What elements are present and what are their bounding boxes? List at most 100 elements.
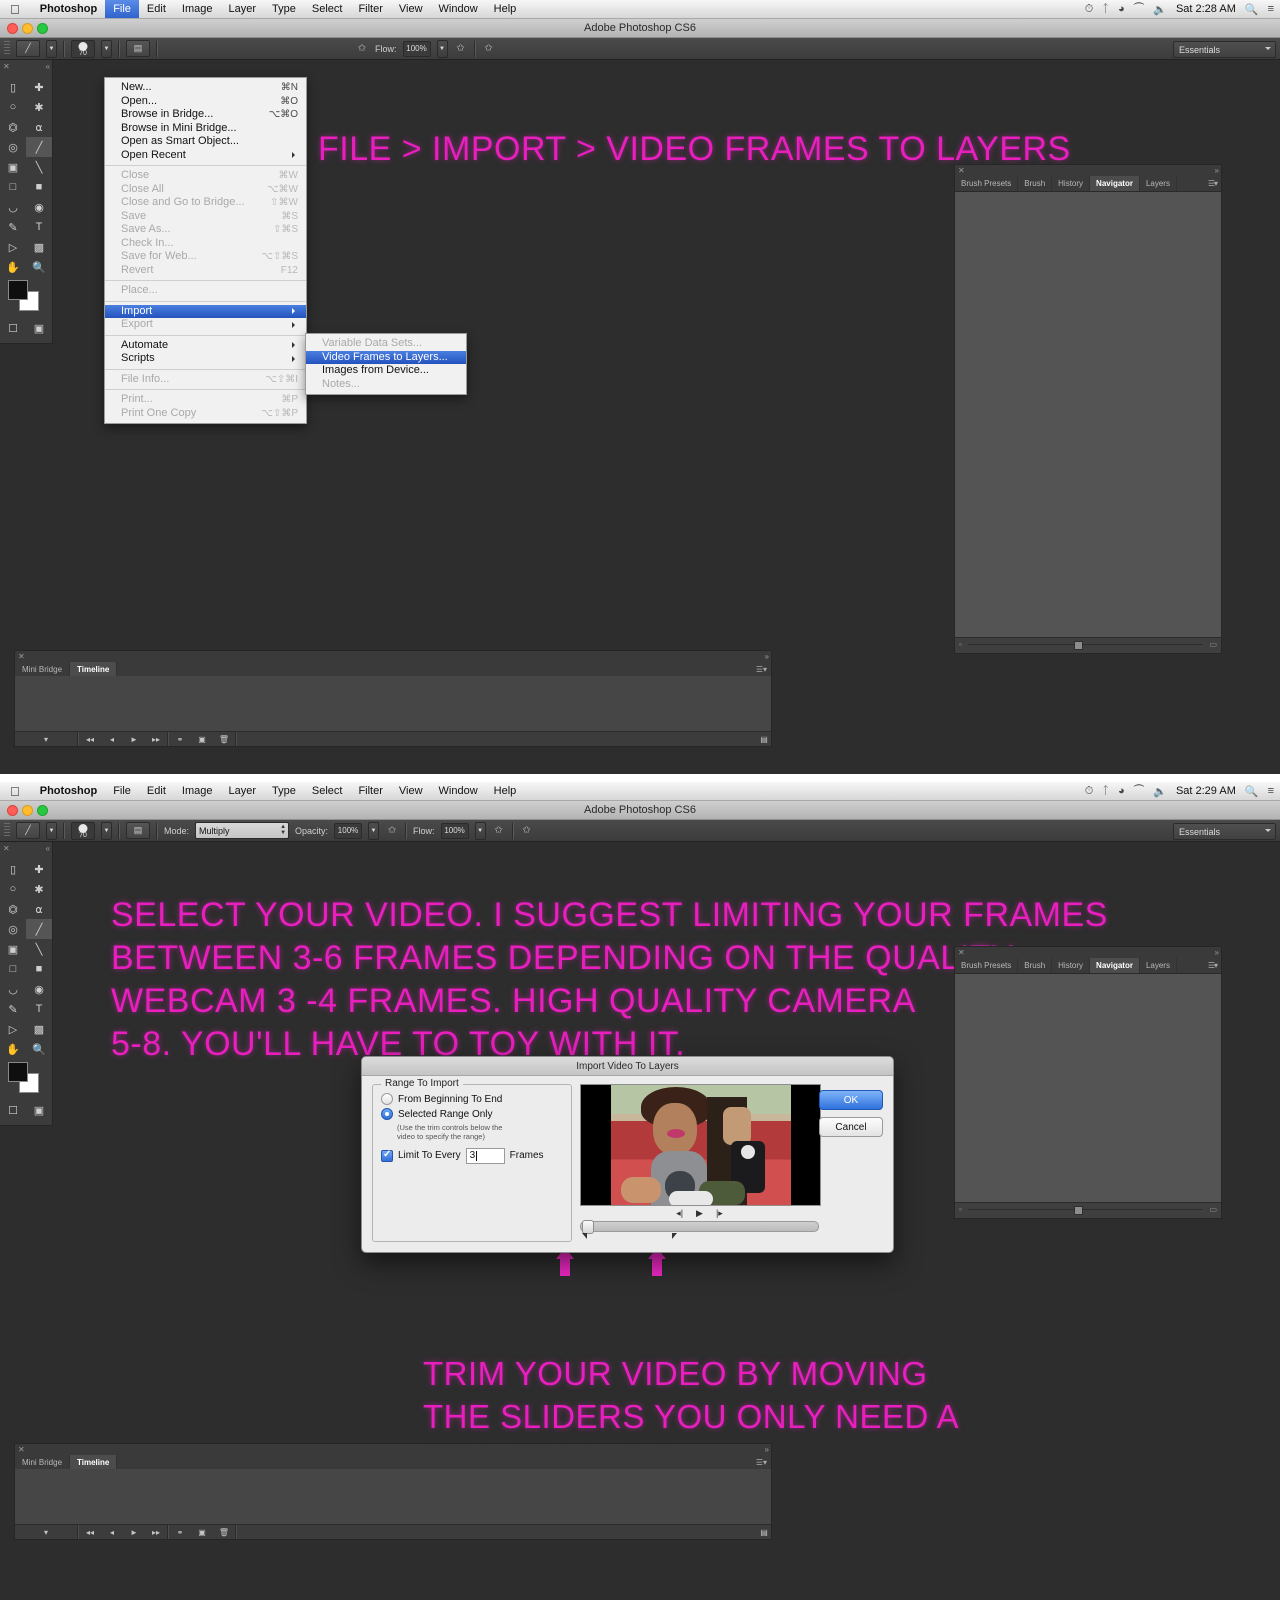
tween-button[interactable]: ⚭: [169, 732, 191, 746]
radio-selected-range-only-row[interactable]: Selected Range Only: [381, 1108, 563, 1120]
video-preview[interactable]: [580, 1084, 821, 1206]
radio-from-beginning-to-end-row[interactable]: From Beginning To End: [381, 1093, 563, 1105]
close-icon[interactable]: ✕: [3, 844, 10, 853]
previous-frame-button[interactable]: ◂: [101, 1525, 123, 1539]
tool-blur[interactable]: ◡: [0, 197, 26, 217]
menu-layer[interactable]: Layer: [220, 782, 264, 800]
menu-file[interactable]: File: [105, 0, 139, 18]
timemachine-icon[interactable]: ⏱: [1085, 3, 1094, 16]
menu-item-browse-in-mini-bridge[interactable]: Browse in Mini Bridge...: [105, 122, 306, 136]
menu-photoshop[interactable]: Photoshop: [32, 0, 105, 18]
limit-to-every-checkbox[interactable]: [381, 1149, 393, 1162]
tool-hand[interactable]: ✋: [0, 257, 26, 277]
wifi-icon[interactable]: ◕: [1118, 3, 1125, 15]
close-window-button[interactable]: [7, 22, 18, 34]
menu-view[interactable]: View: [391, 782, 431, 800]
menu-bar-clock[interactable]: Sat 2:29 AM: [1176, 785, 1236, 797]
flow-value[interactable]: 100%: [440, 822, 469, 839]
brush-panel-toggle-icon[interactable]: ▤: [126, 822, 150, 839]
tool-lasso[interactable]: ○: [0, 879, 26, 899]
tab-timeline[interactable]: Timeline: [70, 1455, 118, 1469]
duplicate-frame-button[interactable]: ▣: [191, 732, 213, 746]
delete-frame-button[interactable]: 🗑: [213, 732, 235, 746]
tool-crop[interactable]: ⏣: [0, 117, 26, 137]
collapse-icon[interactable]: »: [1215, 948, 1220, 957]
collapse-icon[interactable]: «: [46, 62, 51, 71]
frame-delay-selector[interactable]: ▾: [15, 732, 77, 746]
duplicate-frame-button[interactable]: ▣: [191, 1525, 213, 1539]
brush-size-indicator[interactable]: 70: [71, 821, 95, 840]
menu-help[interactable]: Help: [486, 782, 525, 800]
menu-window[interactable]: Window: [431, 782, 486, 800]
search-icon[interactable]: 🔍: [1245, 3, 1259, 16]
tab-brush[interactable]: Brush: [1018, 958, 1053, 973]
opacity-chevron-icon[interactable]: ▼: [368, 821, 380, 840]
volume-icon[interactable]: 🔈: [1153, 785, 1167, 798]
tab-history[interactable]: History: [1052, 958, 1091, 973]
radio-from-beginning-to-end[interactable]: [381, 1093, 393, 1105]
submenu-item-video-frames-to-layers[interactable]: Video Frames to Layers...: [306, 350, 466, 364]
zoom-window-button[interactable]: [37, 22, 48, 34]
menu-window[interactable]: Window: [431, 0, 486, 18]
zoom-in-icon[interactable]: ▭: [1209, 1205, 1217, 1214]
previous-frame-button[interactable]: ◂: [101, 732, 123, 746]
tween-button[interactable]: ⚭: [169, 1525, 191, 1539]
quickmask-toggle-icon[interactable]: ☐: [0, 318, 26, 338]
navigator-preview-area[interactable]: [955, 192, 1221, 637]
tool-eraser[interactable]: □: [0, 177, 26, 197]
panel-menu-icon[interactable]: ☰▾: [1204, 958, 1221, 973]
zoom-slider[interactable]: [967, 1205, 1204, 1215]
zoom-out-icon[interactable]: ▫: [959, 1205, 962, 1214]
close-icon[interactable]: ✕: [958, 166, 965, 175]
brush-size-chevron-icon[interactable]: ▼: [101, 821, 112, 840]
notification-center-icon[interactable]: ≡: [1268, 785, 1274, 797]
airbrush-toggle-icon[interactable]: ✩: [454, 41, 468, 56]
tool-gradient[interactable]: ■: [26, 177, 52, 197]
tool-path-select[interactable]: ▷: [0, 1019, 26, 1039]
tool-clone-stamp[interactable]: ▣: [0, 939, 26, 959]
tool-move[interactable]: ✚: [26, 859, 52, 879]
zoom-slider[interactable]: [967, 640, 1204, 650]
brush-tool-icon[interactable]: ╱: [16, 822, 40, 839]
tool-eyedropper[interactable]: ⍺: [26, 899, 52, 919]
tool-hand[interactable]: ✋: [0, 1039, 26, 1059]
dock-header[interactable]: ✕ »: [955, 165, 1221, 176]
menu-layer[interactable]: Layer: [220, 0, 264, 18]
menu-edit[interactable]: Edit: [139, 0, 174, 18]
brush-size-chevron-icon[interactable]: ▼: [101, 39, 112, 58]
tool-spot-heal[interactable]: ◎: [0, 137, 26, 157]
collapse-icon[interactable]: »: [1215, 166, 1220, 175]
tool-dodge[interactable]: ◉: [26, 197, 52, 217]
minimize-window-button[interactable]: [22, 804, 33, 816]
close-icon[interactable]: ✕: [18, 1445, 25, 1454]
screen-mode-icon[interactable]: ▣: [26, 1100, 52, 1120]
menu-select[interactable]: Select: [304, 0, 351, 18]
tab-brush-presets[interactable]: Brush Presets: [955, 176, 1019, 191]
bluetooth-icon[interactable]: ᛏ: [1102, 785, 1109, 797]
close-icon[interactable]: ✕: [3, 62, 10, 71]
notification-center-icon[interactable]: ≡: [1268, 3, 1274, 15]
menu-help[interactable]: Help: [486, 0, 525, 18]
apple-logo-icon[interactable]: : [10, 785, 20, 798]
menu-photoshop[interactable]: Photoshop: [32, 782, 105, 800]
eject-icon[interactable]: ⏜: [1134, 785, 1145, 798]
collapse-icon[interactable]: »: [765, 652, 770, 661]
tool-shape[interactable]: ▩: [26, 237, 52, 257]
step-back-icon[interactable]: ◂|: [676, 1208, 683, 1219]
step-forward-icon[interactable]: |▸: [716, 1208, 723, 1219]
tool-move[interactable]: ✚: [26, 77, 52, 97]
zoom-in-icon[interactable]: ▭: [1209, 640, 1217, 649]
tool-marquee[interactable]: ▯: [0, 77, 26, 97]
frame-delay-selector[interactable]: ▾: [15, 1525, 77, 1539]
video-scrubber[interactable]: [580, 1220, 819, 1234]
apple-logo-icon[interactable]: : [10, 3, 20, 16]
menu-filter[interactable]: Filter: [350, 782, 390, 800]
tab-timeline[interactable]: Timeline: [70, 662, 118, 676]
foreground-color-swatch[interactable]: [8, 1062, 28, 1082]
tool-zoom[interactable]: 🔍: [26, 257, 52, 277]
foreground-color-swatch[interactable]: [8, 280, 28, 300]
color-swatches[interactable]: [8, 1062, 52, 1096]
brush-tool-icon[interactable]: ╱: [16, 40, 40, 57]
collapse-icon[interactable]: «: [46, 844, 51, 853]
trim-end-handle[interactable]: [672, 1233, 677, 1239]
